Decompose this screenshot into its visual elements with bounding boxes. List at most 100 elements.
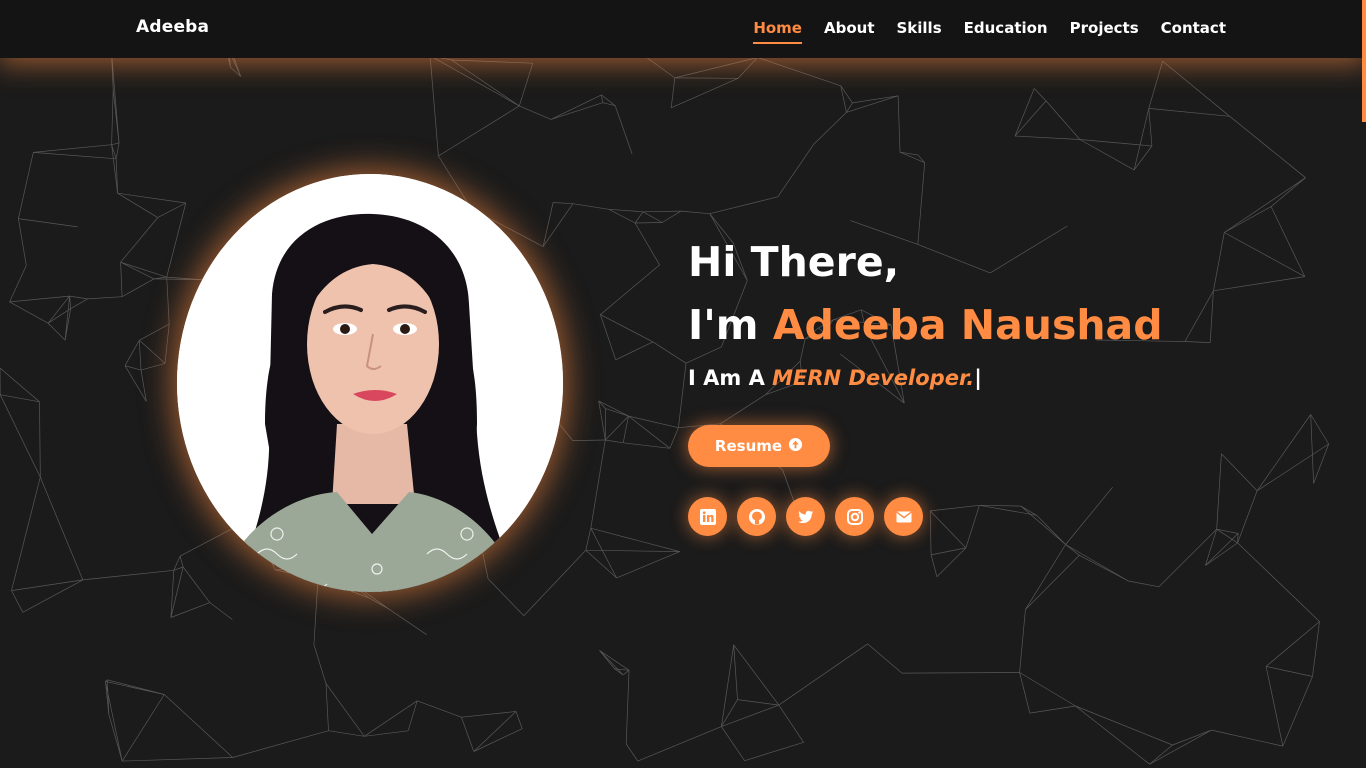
network-line [1184, 341, 1211, 343]
network-line [519, 105, 552, 120]
network-line [388, 608, 427, 635]
network-line [179, 556, 184, 568]
network-line [120, 262, 123, 297]
network-line [1213, 276, 1305, 292]
network-line [553, 202, 573, 205]
network-line [680, 210, 710, 215]
email-button[interactable] [884, 497, 923, 536]
nav-skills[interactable]: Skills [897, 19, 942, 44]
network-line [429, 55, 439, 157]
network-line [662, 210, 682, 223]
network-line [313, 578, 319, 645]
intro-prefix: I'm [688, 301, 773, 349]
network-line [720, 394, 766, 425]
network-line [33, 144, 112, 153]
network-line [721, 704, 779, 727]
nav-projects[interactable]: Projects [1070, 19, 1139, 44]
network-line [1256, 414, 1311, 492]
network-line [18, 152, 34, 219]
instagram-button[interactable] [835, 497, 874, 536]
network-line [671, 77, 739, 109]
network-line [1213, 232, 1225, 291]
network-line [590, 527, 680, 552]
profile-photo [177, 174, 563, 592]
nav-education[interactable]: Education [964, 19, 1048, 44]
network-line [899, 151, 925, 164]
network-line [121, 278, 155, 298]
network-line [1036, 515, 1066, 545]
network-line [1313, 443, 1330, 484]
role-prefix: I Am A [688, 366, 773, 390]
network-line [429, 55, 520, 107]
role-text: MERN Developer. [772, 366, 975, 390]
network-line [642, 210, 682, 213]
network-line [313, 644, 327, 684]
network-line [936, 547, 967, 577]
network-line [709, 196, 778, 215]
network-line [605, 415, 629, 441]
network-line [1079, 554, 1129, 582]
network-line [1266, 666, 1313, 677]
github-button[interactable] [737, 497, 776, 536]
linkedin-button[interactable] [688, 497, 727, 536]
network-line [1310, 414, 1314, 484]
network-line [585, 549, 680, 552]
resume-button[interactable]: Resume [688, 425, 830, 467]
network-line [1256, 443, 1329, 492]
network-line [523, 549, 587, 616]
network-line [600, 264, 660, 315]
portrait-illustration [177, 174, 563, 592]
network-line [407, 700, 418, 731]
network-line [11, 579, 83, 591]
network-line [170, 602, 210, 618]
network-line [669, 427, 679, 449]
network-line [1211, 729, 1283, 747]
network-line [325, 683, 329, 731]
network-line [9, 265, 27, 303]
network-line [625, 670, 630, 745]
network-line [122, 757, 233, 762]
network-line [590, 528, 617, 579]
network-line [209, 602, 233, 620]
network-line [1133, 108, 1150, 170]
twitter-button[interactable] [786, 497, 825, 536]
network-line [623, 442, 670, 449]
navbar: Adeeba Home About Skills Education Proje… [0, 0, 1366, 58]
network-line [897, 95, 901, 153]
nav-about[interactable]: About [824, 19, 875, 44]
network-line [1148, 108, 1153, 147]
instagram-icon [846, 508, 864, 526]
network-line [1014, 100, 1047, 137]
network-line [1221, 453, 1258, 492]
network-line [930, 504, 980, 512]
network-line [637, 726, 722, 762]
network-line [929, 510, 932, 555]
network-line [550, 102, 603, 120]
network-line [1265, 666, 1284, 747]
network-line [105, 681, 165, 695]
linkedin-icon [699, 508, 717, 526]
network-line [451, 59, 533, 64]
network-line [1310, 414, 1329, 445]
network-line [9, 295, 70, 303]
network-line [615, 341, 654, 361]
network-line [108, 714, 123, 762]
network-line [608, 208, 644, 213]
nav-home[interactable]: Home [753, 19, 802, 44]
network-line [599, 650, 630, 671]
network-line [585, 528, 592, 551]
brand-logo[interactable]: Adeeba [136, 17, 209, 37]
network-line [438, 105, 520, 157]
network-line [1019, 609, 1026, 673]
network-line [111, 89, 114, 145]
scrollbar-thumb[interactable] [1362, 0, 1366, 122]
network-line [778, 704, 804, 743]
network-line [608, 208, 636, 224]
network-line [70, 298, 88, 309]
network-line [634, 222, 660, 266]
network-line [1270, 206, 1306, 277]
nav-contact[interactable]: Contact [1161, 19, 1226, 44]
network-line [1224, 177, 1306, 233]
network-line [605, 439, 624, 444]
network-line [721, 726, 745, 761]
